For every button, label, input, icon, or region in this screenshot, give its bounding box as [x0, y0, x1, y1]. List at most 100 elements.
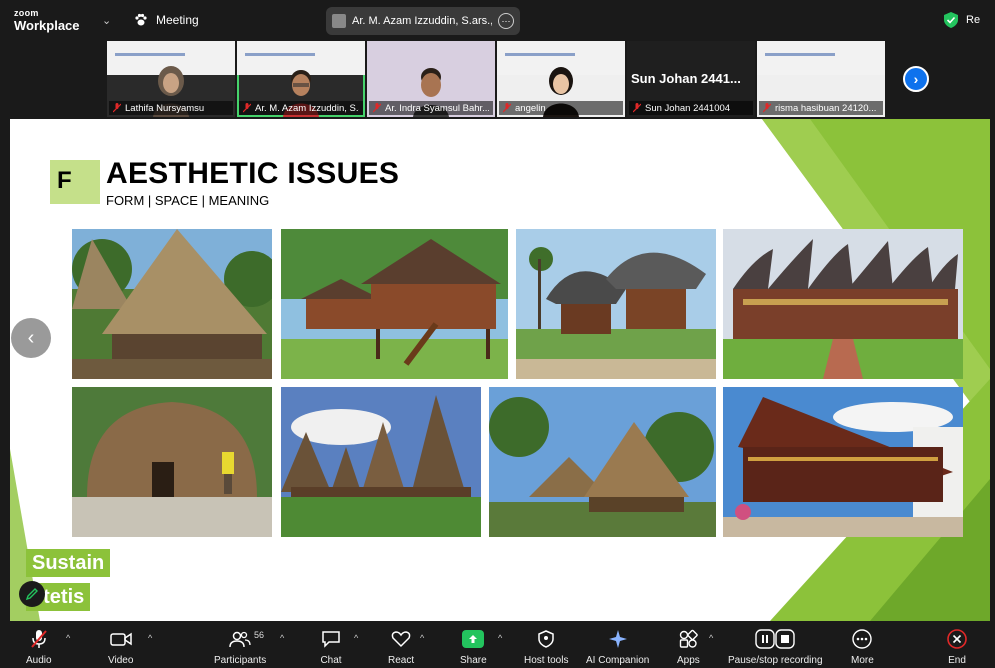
react-button[interactable]: React	[388, 628, 414, 666]
participant-name: Sun Johan 2441004	[645, 102, 731, 114]
react-options-caret[interactable]: ^	[420, 633, 424, 643]
participants-icon	[229, 631, 251, 648]
gallery-strip: Lathifa Nursyamsu Ar. M. Azam Izzuddin, …	[107, 41, 885, 117]
more-options-icon[interactable]: ⋯	[498, 13, 514, 29]
more-button[interactable]: More	[851, 628, 874, 666]
active-speaker-pill[interactable]: Ar. M. Azam Izzuddin, S.ars., IAI's ⋯	[326, 7, 520, 35]
house-photo	[281, 387, 481, 537]
slide-title: AESTHETIC ISSUES	[106, 157, 400, 190]
chevron-down-icon[interactable]: ⌄	[102, 14, 111, 27]
active-speaker-name: Ar. M. Azam Izzuddin, S.ars., IAI's	[352, 15, 492, 27]
annotate-pen-button[interactable]	[19, 581, 45, 607]
muted-mic-icon	[633, 103, 641, 113]
participant-tile[interactable]: risma hasibuan 24120...	[757, 41, 885, 117]
house-photo	[281, 229, 508, 379]
security-shield-icon[interactable]	[944, 12, 958, 28]
section-letter: F	[50, 160, 100, 204]
participant-namebar: risma hasibuan 24120...	[759, 101, 883, 115]
muted-mic-icon	[763, 103, 771, 113]
participants-count: 56	[254, 630, 265, 640]
host-tools-button[interactable]: Host tools	[524, 628, 568, 666]
meeting-menu[interactable]: Meeting	[134, 13, 199, 27]
participant-tile[interactable]: angelin	[497, 41, 625, 117]
meeting-toolbar: Audio ^ Video ^ Participants 56 ^ Chat ^…	[0, 624, 995, 668]
muted-microphone-icon	[31, 630, 47, 648]
participant-name: angelin	[515, 102, 546, 114]
react-label: React	[388, 655, 415, 666]
ai-companion-button[interactable]: AI Companion	[586, 628, 649, 666]
pause-stop-recording-button[interactable]: Pause/stop recording	[728, 628, 823, 666]
house-photo	[723, 229, 963, 379]
share-button[interactable]: Share	[460, 628, 487, 666]
participant-namebar: Lathifa Nursyamsu	[109, 101, 233, 115]
end-icon	[947, 629, 967, 649]
participant-name: Ar. M. Azam Izzuddin, S.ar...	[255, 102, 359, 114]
recording-label: Pause/stop recording	[728, 655, 823, 666]
chat-button[interactable]: Chat	[320, 628, 342, 666]
participant-display-name: Sun Johan 2441...	[631, 71, 741, 86]
share-screen-icon	[462, 630, 485, 648]
share-options-caret[interactable]: ^	[498, 633, 502, 643]
video-label: Video	[108, 655, 134, 666]
house-photo	[72, 387, 272, 537]
slide-label-sustain: Sustain	[26, 549, 111, 577]
more-label: More	[851, 655, 874, 666]
participant-tile[interactable]: Ar. Indra Syamsul Bahr...	[367, 41, 495, 117]
previous-page-button[interactable]: ‹	[11, 318, 51, 358]
shared-slide-thumbnail	[757, 41, 885, 75]
chat-label: Chat	[320, 655, 342, 666]
sparkle-icon	[608, 630, 627, 648]
zoom-logo: zoom Workplace	[14, 9, 80, 33]
meeting-label: Meeting	[156, 13, 199, 27]
heart-icon	[391, 631, 411, 648]
participant-name: Lathifa Nursyamsu	[125, 102, 205, 114]
more-icon	[852, 629, 873, 649]
audio-options-caret[interactable]: ^	[66, 633, 70, 643]
end-label: End	[948, 655, 966, 666]
end-meeting-button[interactable]: End	[946, 628, 968, 666]
video-camera-icon	[109, 632, 132, 646]
chat-icon	[322, 631, 340, 648]
apps-icon	[680, 629, 699, 648]
participant-namebar: Sun Johan 2441004	[629, 101, 753, 115]
participant-tile[interactable]: Lathifa Nursyamsu	[107, 41, 235, 117]
participants-label: Participants	[214, 655, 267, 666]
muted-mic-icon	[373, 103, 381, 113]
participant-namebar: Ar. M. Azam Izzuddin, S.ar...	[239, 101, 363, 115]
logo-line2: Workplace	[14, 18, 80, 33]
house-photo	[723, 387, 963, 537]
ai-companion-label: AI Companion	[586, 655, 650, 666]
audio-button[interactable]: Audio	[26, 628, 52, 666]
muted-mic-icon	[113, 103, 121, 113]
paw-icon	[135, 13, 147, 26]
apps-options-caret[interactable]: ^	[709, 633, 713, 643]
house-photo	[72, 229, 272, 379]
host-tools-label: Host tools	[524, 655, 569, 666]
top-bar: zoom Workplace ⌄ Meeting Ar. M. Azam Izz…	[0, 0, 995, 40]
apps-label: Apps	[677, 655, 700, 666]
shared-screen-slide: F AESTHETIC ISSUES FORM | SPACE | MEANIN…	[10, 119, 990, 621]
share-label: Share	[460, 655, 487, 666]
house-photo	[489, 387, 716, 537]
participant-name: risma hasibuan 24120...	[775, 102, 877, 114]
chat-options-caret[interactable]: ^	[354, 633, 358, 643]
participant-namebar: angelin	[499, 101, 623, 115]
audio-label: Audio	[26, 655, 52, 666]
shield-icon	[538, 630, 554, 648]
speaker-avatar-icon	[332, 14, 346, 28]
recording-status: Re	[966, 14, 981, 26]
participant-tile-active-speaker[interactable]: Ar. M. Azam Izzuddin, S.ar...	[237, 41, 365, 117]
next-page-button[interactable]: ›	[903, 66, 929, 92]
pause-stop-icon	[755, 629, 795, 649]
house-photo	[516, 229, 716, 379]
video-button[interactable]: Video	[108, 628, 133, 666]
muted-mic-icon	[503, 103, 511, 113]
participants-options-caret[interactable]: ^	[280, 633, 284, 643]
apps-button[interactable]: Apps	[677, 628, 700, 666]
participant-tile[interactable]: Sun Johan 2441... Sun Johan 2441004	[627, 41, 755, 117]
video-options-caret[interactable]: ^	[148, 633, 152, 643]
pen-icon	[25, 588, 38, 601]
zoom-window: zoom Workplace ⌄ Meeting Ar. M. Azam Izz…	[0, 0, 995, 668]
participant-namebar: Ar. Indra Syamsul Bahr...	[369, 101, 493, 115]
slide-subtitle: FORM | SPACE | MEANING	[106, 193, 270, 208]
